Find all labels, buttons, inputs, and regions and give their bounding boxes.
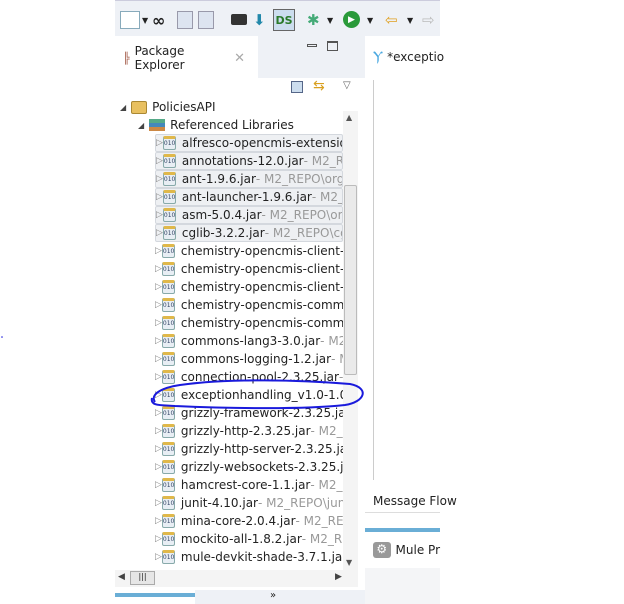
annotation-ellipse <box>150 379 364 410</box>
annotation-dot <box>1 336 3 338</box>
hand-drawn-annotation <box>1 336 364 410</box>
